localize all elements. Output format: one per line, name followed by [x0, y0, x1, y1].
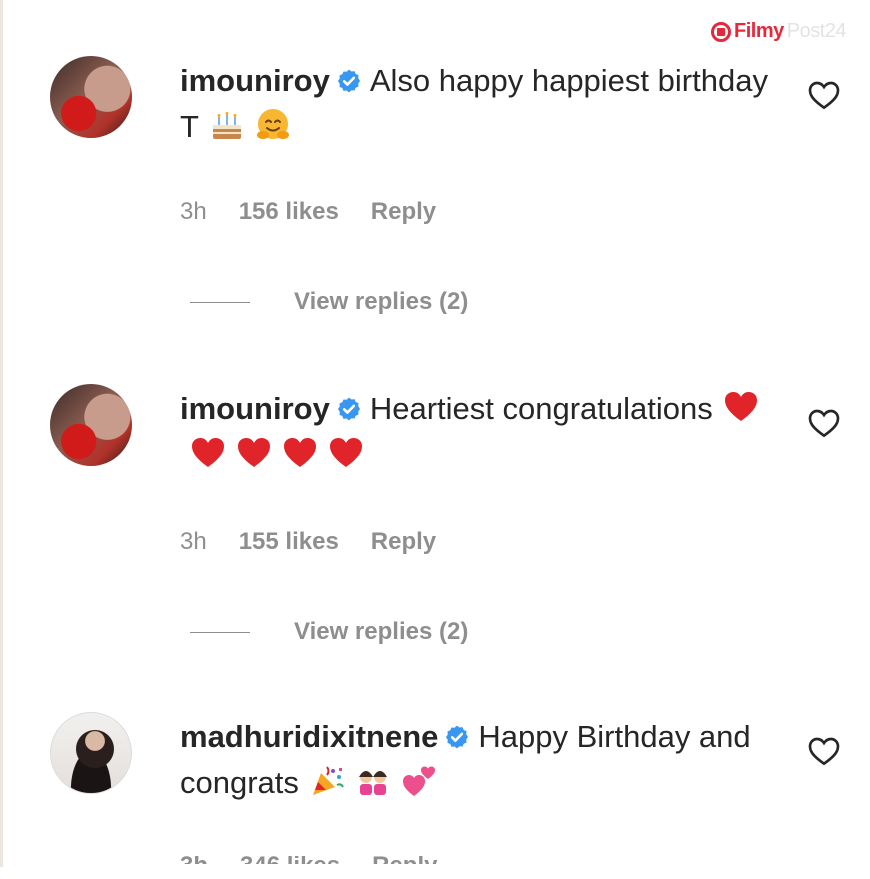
verified-badge-icon: [446, 725, 469, 749]
left-edge-divider: [0, 0, 3, 879]
red-heart-icon: [192, 438, 224, 467]
reply-button[interactable]: Reply: [371, 198, 436, 226]
red-heart-icon: [238, 438, 270, 467]
birthday-cake-icon: [212, 112, 241, 139]
likes-count[interactable]: 156 likes: [239, 198, 339, 226]
avatar[interactable]: [50, 384, 132, 466]
replies-divider-line: [190, 631, 250, 633]
timestamp: 3h: [180, 528, 207, 555]
bottom-edge: [0, 867, 870, 879]
verified-badge-icon: [337, 69, 360, 93]
view-replies-toggle[interactable]: View replies (2): [190, 618, 468, 646]
watermark-brand: Filmy: [733, 20, 784, 42]
like-heart-icon[interactable]: [808, 408, 840, 438]
like-heart-icon[interactable]: [808, 736, 840, 766]
watermark: Filmy Post24: [710, 20, 847, 43]
view-replies-label[interactable]: View replies (2): [294, 288, 468, 316]
username-link[interactable]: madhuridixitnene: [180, 719, 438, 754]
reply-button[interactable]: Reply: [371, 528, 436, 556]
cheering-girls-icon: [358, 771, 387, 795]
view-replies-toggle[interactable]: View replies (2): [190, 288, 468, 316]
hugging-face-icon: [256, 109, 289, 139]
reply-button[interactable]: Reply: [372, 856, 437, 864]
party-popper-icon: [312, 766, 344, 795]
comment-text: imouniroy Also happy happiest birthday T: [180, 58, 780, 150]
view-replies-label[interactable]: View replies (2): [294, 618, 468, 646]
verified-badge-icon: [337, 397, 360, 421]
avatar[interactable]: [50, 712, 132, 794]
username-link[interactable]: imouniroy: [180, 63, 330, 98]
avatar[interactable]: [50, 56, 132, 138]
comment-meta: 3h 155 likes Reply: [180, 528, 436, 556]
two-hearts-icon: [402, 766, 435, 796]
red-heart-icon: [724, 392, 757, 421]
comment-meta: 3h 156 likes Reply: [180, 198, 436, 226]
like-heart-icon[interactable]: [808, 80, 840, 110]
red-heart-icon: [330, 438, 362, 467]
red-heart-icon: [284, 438, 316, 467]
comment-text: imouniroy Heartiest congratulations: [180, 386, 780, 478]
comment-meta: 3h 346 likes Reply: [180, 856, 437, 864]
timestamp: 3h: [180, 198, 207, 225]
likes-count[interactable]: 346 likes: [240, 856, 340, 864]
replies-divider-line: [190, 301, 250, 303]
watermark-logo-icon: [710, 21, 731, 42]
watermark-suffix: Post24: [786, 20, 847, 42]
username-link[interactable]: imouniroy: [180, 391, 330, 426]
comment-body: Heartiest congratulations: [369, 391, 713, 426]
comment-text: madhuridixitnene Happy Birthday and congr…: [180, 714, 780, 806]
timestamp: 3h: [180, 856, 208, 864]
likes-count[interactable]: 155 likes: [239, 528, 339, 556]
